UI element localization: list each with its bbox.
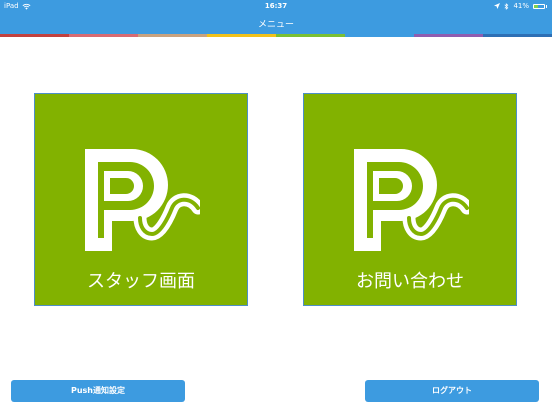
ps-logo-icon bbox=[354, 149, 469, 251]
color-strip-segment bbox=[276, 34, 345, 37]
status-bar: iPad 16:37 41% bbox=[0, 0, 552, 12]
color-strip-segment bbox=[345, 34, 414, 37]
bluetooth-icon bbox=[504, 2, 509, 10]
battery-level bbox=[534, 4, 539, 8]
nav-bar: メニュー bbox=[0, 12, 552, 34]
color-strip-segment bbox=[207, 34, 276, 37]
status-time: 16:37 bbox=[264, 2, 288, 10]
color-strip-segment bbox=[138, 34, 207, 37]
battery-icon bbox=[533, 3, 545, 9]
nav-title: メニュー bbox=[257, 20, 294, 30]
color-strip bbox=[0, 34, 552, 37]
contact-label: お問い合わせ bbox=[356, 271, 464, 292]
battery-percent: 41% bbox=[513, 2, 529, 10]
color-strip-segment bbox=[483, 34, 552, 37]
contact-tile[interactable]: お問い合わせ bbox=[303, 93, 517, 306]
logout-button[interactable]: ログアウト bbox=[365, 380, 539, 402]
ps-logo-icon bbox=[85, 149, 200, 251]
push-settings-button[interactable]: Push通知設定 bbox=[11, 380, 185, 402]
battery-tip bbox=[546, 4, 547, 8]
staff-screen-tile[interactable]: スタッフ画面 bbox=[34, 93, 248, 306]
status-bar-right: 41% bbox=[494, 2, 547, 10]
color-strip-segment bbox=[69, 34, 138, 37]
staff-screen-label: スタッフ画面 bbox=[87, 271, 195, 292]
location-arrow-icon bbox=[494, 3, 501, 9]
color-strip-segment bbox=[0, 34, 69, 37]
color-strip-segment bbox=[414, 34, 483, 37]
